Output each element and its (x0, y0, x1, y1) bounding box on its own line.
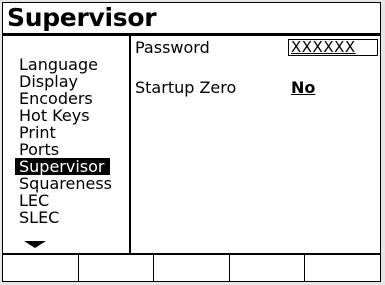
softkey-4[interactable] (230, 255, 306, 281)
softkey-5[interactable] (305, 255, 380, 281)
setup-menu: Language Display Encoders Hot Keys Print… (3, 36, 131, 255)
menu-item-squareness[interactable]: Squareness (17, 175, 114, 192)
menu-item-hot-keys[interactable]: Hot Keys (17, 107, 92, 124)
menu-item-lec[interactable]: LEC (17, 192, 51, 209)
softkey-3[interactable] (154, 255, 230, 281)
down-arrow-icon[interactable] (24, 241, 46, 248)
menu-item-display[interactable]: Display (17, 73, 80, 90)
password-label: Password (135, 38, 210, 57)
menu-item-language[interactable]: Language (17, 56, 100, 73)
softkey-bar (3, 253, 380, 281)
menu-item-encoders[interactable]: Encoders (17, 90, 95, 107)
display-screen: Supervisor Language Display Encoders Hot… (2, 2, 381, 282)
menu-item-slec[interactable]: SLEC (17, 209, 61, 226)
softkey-1[interactable] (3, 255, 79, 281)
startup-zero-label: Startup Zero (135, 78, 237, 97)
menu-item-supervisor[interactable]: Supervisor (15, 158, 110, 175)
password-field[interactable]: XXXXXX (288, 39, 378, 56)
page-title: Supervisor (7, 3, 157, 32)
softkey-2[interactable] (79, 255, 155, 281)
menu-item-print[interactable]: Print (17, 124, 58, 141)
menu-item-ports[interactable]: Ports (17, 141, 61, 158)
startup-zero-value[interactable]: No (291, 79, 315, 97)
supervisor-settings-panel: Password XXXXXX Startup Zero No (131, 36, 380, 255)
